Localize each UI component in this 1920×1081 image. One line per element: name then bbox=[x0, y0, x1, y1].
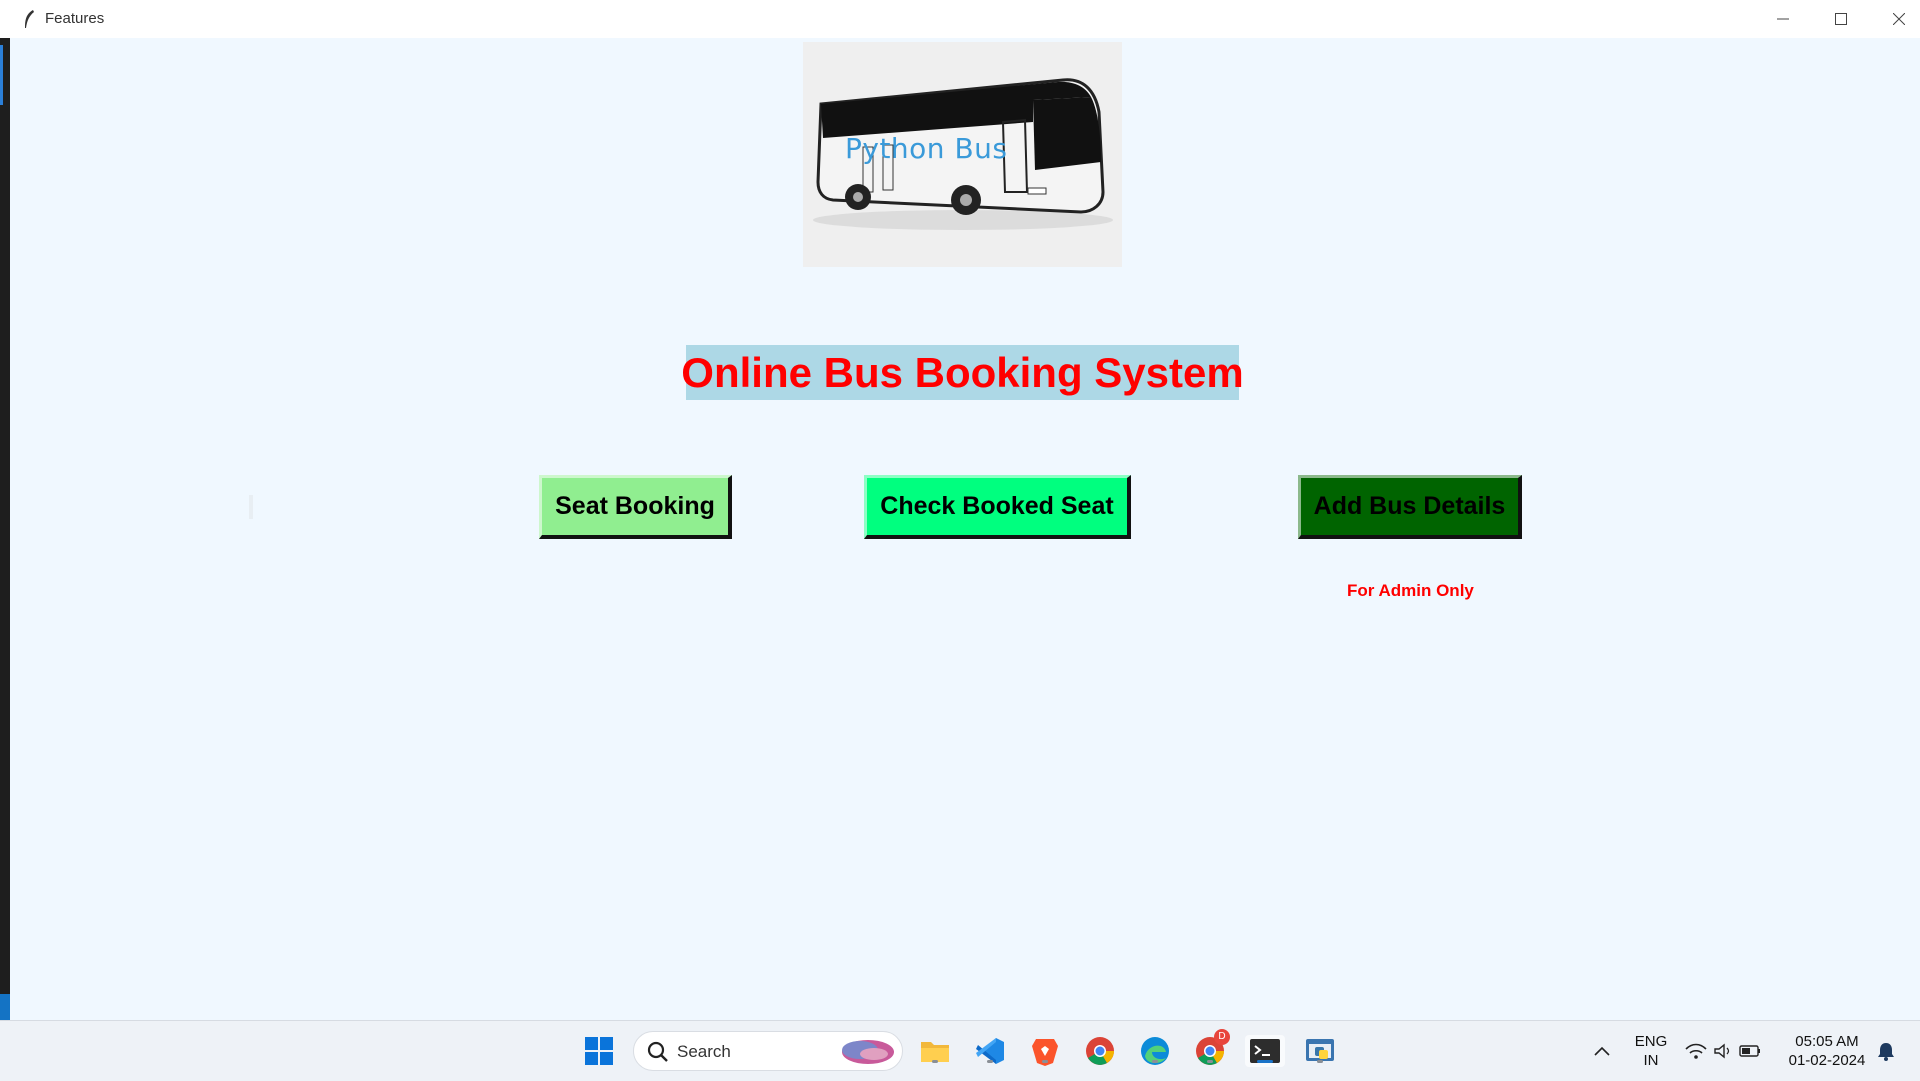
volume-icon bbox=[1714, 1043, 1730, 1059]
taskbar-terminal[interactable] bbox=[1245, 1035, 1285, 1067]
notification-badge: D bbox=[1214, 1029, 1230, 1045]
running-indicator bbox=[1317, 1060, 1323, 1063]
check-booked-seat-button[interactable]: Check Booked Seat bbox=[864, 475, 1131, 539]
running-indicator bbox=[932, 1060, 938, 1063]
windows-start-icon bbox=[585, 1037, 613, 1065]
language-indicator[interactable]: ENG IN bbox=[1630, 1032, 1672, 1070]
search-icon bbox=[647, 1041, 668, 1062]
minimize-button[interactable] bbox=[1754, 0, 1812, 38]
taskbar-brave[interactable] bbox=[1029, 1035, 1061, 1067]
app-window: Features Python Bus Online Bus Booking S… bbox=[0, 0, 1920, 1020]
battery-icon bbox=[1739, 1045, 1760, 1057]
wifi-icon bbox=[1685, 1043, 1707, 1059]
running-indicator bbox=[1152, 1060, 1158, 1063]
edge-accent bbox=[0, 994, 10, 1020]
window-title: Features bbox=[45, 10, 105, 27]
clock-date: 01-02-2024 bbox=[1788, 1052, 1866, 1069]
background-window-edge bbox=[0, 38, 10, 1020]
admin-only-label: For Admin Only bbox=[1347, 581, 1474, 600]
running-indicator bbox=[1042, 1060, 1048, 1063]
minimize-icon bbox=[1777, 18, 1789, 20]
maximize-icon bbox=[1835, 13, 1847, 25]
show-hidden-icons-button[interactable] bbox=[1586, 1035, 1618, 1067]
clock-time: 05:05 AM bbox=[1795, 1033, 1859, 1050]
page-title: Online Bus Booking System bbox=[681, 345, 1244, 400]
clock[interactable]: 05:05 AM 01-02-2024 bbox=[1782, 1032, 1872, 1070]
taskbar: Search D ENG IN 05:05 AM 01-02-2024 bbox=[0, 1020, 1920, 1081]
chevron-up-icon bbox=[1594, 1046, 1610, 1056]
search-highlight-icon bbox=[842, 1040, 894, 1064]
windows-start-button[interactable] bbox=[583, 1035, 615, 1067]
close-button[interactable] bbox=[1870, 0, 1920, 38]
system-tray-status[interactable] bbox=[1682, 1035, 1772, 1067]
taskbar-chrome[interactable] bbox=[1084, 1035, 1116, 1067]
taskbar-search[interactable]: Search bbox=[633, 1031, 903, 1071]
stray-widget bbox=[249, 495, 253, 519]
search-placeholder: Search bbox=[677, 1042, 731, 1061]
notifications-button[interactable] bbox=[1868, 1035, 1904, 1067]
taskbar-chrome-profile[interactable]: D bbox=[1194, 1029, 1230, 1067]
taskbar-file-explorer[interactable] bbox=[919, 1035, 951, 1067]
maximize-button[interactable] bbox=[1812, 0, 1870, 38]
edge-accent bbox=[0, 45, 3, 105]
region-label: IN bbox=[1643, 1052, 1659, 1069]
taskbar-vscode[interactable] bbox=[974, 1035, 1006, 1067]
taskbar-python[interactable] bbox=[1304, 1035, 1336, 1067]
bell-icon bbox=[1878, 1043, 1894, 1061]
seat-booking-button[interactable]: Seat Booking bbox=[539, 475, 732, 539]
taskbar-edge[interactable] bbox=[1139, 1035, 1171, 1067]
status-icons bbox=[1685, 1043, 1760, 1059]
chrome-icon bbox=[1086, 1037, 1114, 1065]
close-icon bbox=[1893, 13, 1905, 25]
add-bus-details-button[interactable]: Add Bus Details bbox=[1298, 475, 1522, 539]
running-indicator bbox=[1207, 1060, 1213, 1063]
language-label: ENG bbox=[1634, 1033, 1668, 1050]
running-indicator bbox=[987, 1060, 993, 1063]
feather-app-icon bbox=[25, 10, 34, 28]
active-indicator bbox=[1257, 1060, 1273, 1063]
title-bar[interactable]: Features bbox=[0, 0, 1920, 38]
logo-text: Python Bus bbox=[845, 132, 1008, 165]
